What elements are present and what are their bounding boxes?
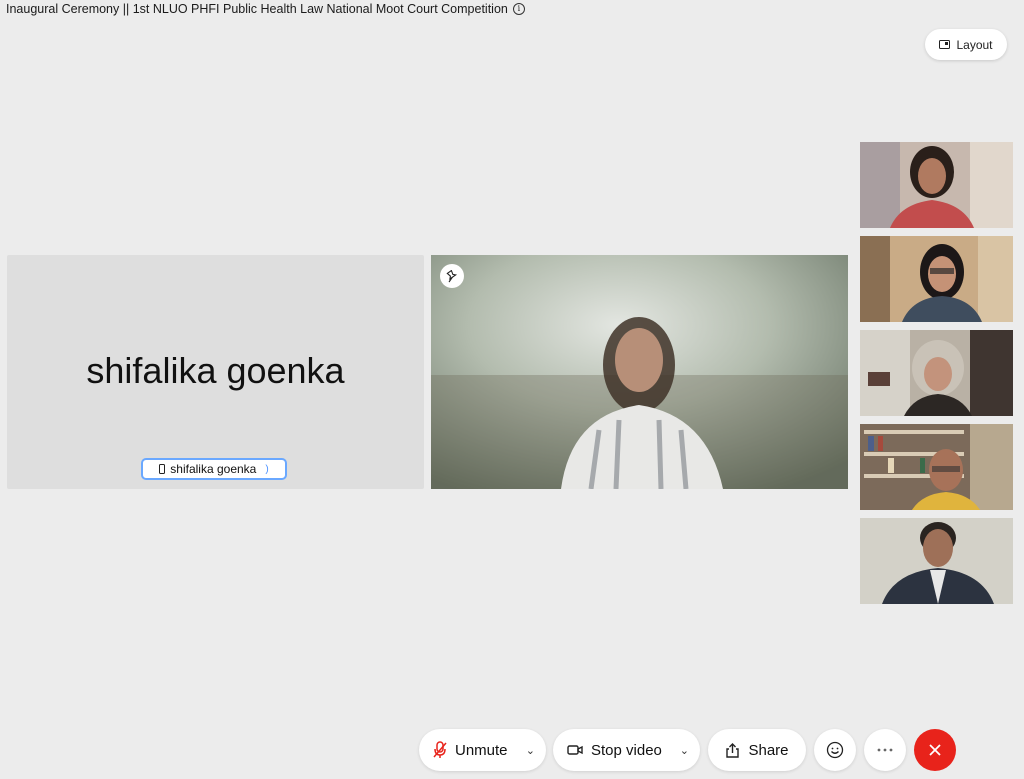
participant-thumbnail[interactable]: [860, 236, 1013, 322]
chevron-down-icon[interactable]: ⌄: [526, 744, 535, 757]
speaker-video-feed: [431, 255, 848, 489]
share-button[interactable]: Share: [708, 729, 806, 771]
pin-button[interactable]: [440, 264, 464, 288]
participant-video: [860, 142, 1013, 228]
more-options-button[interactable]: [864, 729, 906, 771]
unmute-label: Unmute: [455, 741, 508, 759]
participant-video: [860, 518, 1013, 604]
participant-name-label-text: shifalika goenka: [170, 462, 257, 476]
participant-video: [860, 236, 1013, 322]
layout-icon: [939, 40, 951, 49]
participant-display-name: shifalika goenka: [86, 350, 345, 391]
mic-muted-icon: [433, 741, 447, 758]
unmute-button[interactable]: Unmute: [433, 741, 508, 759]
reactions-button[interactable]: [814, 729, 856, 771]
participant-thumbnail[interactable]: [860, 142, 1013, 228]
pin-icon: [445, 269, 457, 282]
close-icon: [929, 744, 941, 756]
meeting-title: Inaugural Ceremony || 1st NLUO PHFI Publ…: [6, 2, 508, 16]
end-call-button[interactable]: [914, 729, 956, 771]
share-icon: [726, 742, 740, 758]
participant-tile-audio[interactable]: shifalika goenka shifalika goenka ): [7, 255, 424, 489]
participant-thumbnail[interactable]: [860, 330, 1013, 416]
camera-icon: [567, 745, 583, 755]
participant-name-label: shifalika goenka ): [141, 458, 287, 480]
participant-thumbnail[interactable]: [860, 518, 1013, 604]
share-button-content: Share: [725, 741, 789, 759]
participant-video: [860, 330, 1013, 416]
smiley-icon: [826, 741, 844, 759]
participant-thumbnail[interactable]: [860, 424, 1013, 510]
unmute-control: Unmute ⌄: [419, 729, 546, 771]
video-control: Stop video ⌄: [553, 729, 700, 771]
stop-video-label: Stop video: [591, 741, 662, 759]
more-icon: [877, 748, 893, 752]
phone-icon: [159, 464, 166, 474]
share-label: Share: [748, 741, 789, 759]
layout-button-label: Layout: [956, 37, 993, 52]
participant-tile-video[interactable]: [431, 255, 848, 489]
stop-video-button[interactable]: Stop video: [567, 742, 662, 759]
participant-video: [860, 424, 1013, 510]
audio-indicator-icon: ): [265, 463, 269, 475]
info-icon[interactable]: i: [512, 3, 525, 15]
chevron-down-icon[interactable]: ⌄: [680, 744, 689, 757]
meeting-title-bar: Inaugural Ceremony || 1st NLUO PHFI Publ…: [6, 2, 525, 16]
layout-button[interactable]: Layout: [925, 29, 1007, 60]
